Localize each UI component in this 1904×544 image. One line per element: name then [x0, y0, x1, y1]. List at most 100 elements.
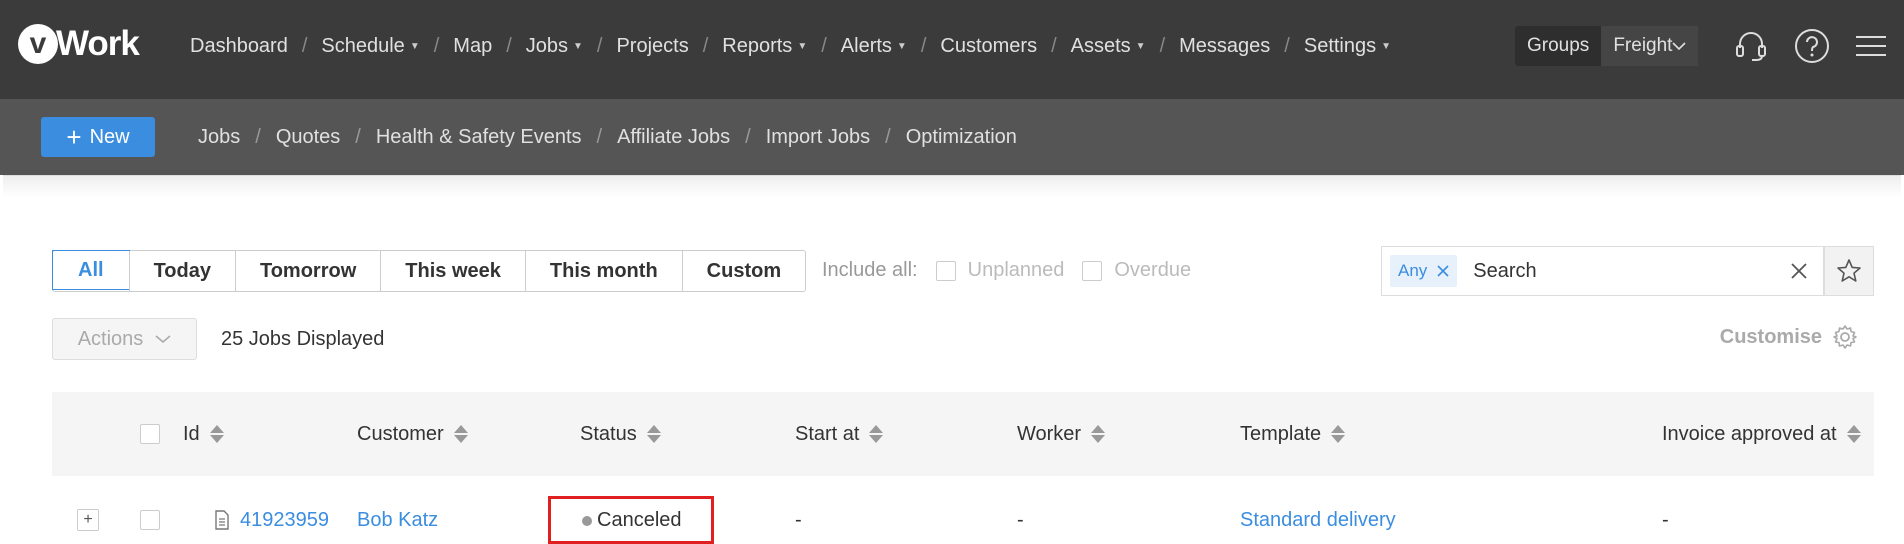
nav-messages-label: Messages	[1179, 35, 1271, 57]
overdue-checkbox[interactable]	[1082, 260, 1103, 281]
new-button[interactable]: + New	[41, 117, 155, 157]
plus-icon: +	[66, 122, 82, 152]
row-worker-cell: -	[1017, 508, 1024, 531]
nav-jobs[interactable]: Jobs ▼	[526, 35, 583, 58]
sub-navbar: + New Jobs / Quotes / Health & Safety Ev…	[0, 99, 1904, 175]
template-link[interactable]: Standard delivery	[1240, 509, 1396, 532]
nav-separator: /	[821, 35, 827, 57]
subnav-jobs[interactable]: Jobs	[198, 126, 240, 149]
column-worker-label: Worker	[1017, 422, 1082, 445]
subnav-health-safety[interactable]: Health & Safety Events	[376, 126, 582, 149]
nav-map[interactable]: Map	[453, 35, 492, 58]
subnav-affiliate-jobs[interactable]: Affiliate Jobs	[617, 126, 730, 149]
date-filter-group: All Today Tomorrow This week This month …	[52, 250, 807, 292]
new-button-label: New	[89, 125, 130, 148]
gear-icon	[1833, 325, 1857, 349]
nav-settings[interactable]: Settings ▼	[1304, 35, 1391, 58]
filter-all-button[interactable]: All	[52, 250, 130, 290]
filter-custom-button[interactable]: Custom	[681, 251, 805, 291]
top-icons	[1734, 28, 1886, 64]
column-status-label: Status	[580, 422, 637, 445]
include-all-label: Include all:	[822, 259, 918, 281]
sub-nav: Jobs / Quotes / Health & Safety Events /…	[198, 126, 1017, 149]
sort-icon	[869, 425, 884, 443]
actions-dropdown[interactable]: Actions	[52, 318, 197, 360]
logo-text: Work	[56, 24, 140, 63]
row-status-cell: Canceled	[548, 476, 714, 544]
nav-map-label: Map	[453, 35, 493, 57]
filter-tomorrow-button[interactable]: Tomorrow	[234, 251, 380, 291]
subnav-quotes[interactable]: Quotes	[276, 126, 340, 149]
nav-settings-label: Settings	[1303, 35, 1377, 57]
clear-search-icon[interactable]	[1789, 261, 1809, 281]
subnav-optimization[interactable]: Optimization	[906, 126, 1017, 149]
nav-separator: /	[920, 35, 927, 57]
column-template-label: Template	[1240, 422, 1322, 445]
nav-messages[interactable]: Messages	[1179, 35, 1270, 58]
include-all-group: Include all: Unplanned Overdue	[822, 259, 1191, 282]
column-header-id[interactable]: Id	[183, 392, 224, 476]
favorite-button[interactable]	[1824, 246, 1874, 296]
caret-down-icon: ▼	[573, 41, 583, 52]
column-header-customer[interactable]: Customer	[357, 392, 468, 476]
app-logo[interactable]: v Work	[18, 20, 140, 68]
nav-reports-label: Reports	[722, 35, 793, 57]
any-tag-label: Any	[1398, 261, 1428, 280]
nav-assets[interactable]: Assets ▼	[1071, 35, 1146, 58]
subnav-import-jobs[interactable]: Import Jobs	[766, 126, 870, 149]
nav-dashboard[interactable]: Dashboard	[190, 35, 288, 58]
nav-separator: /	[1159, 35, 1166, 57]
status-dot-icon	[582, 516, 592, 526]
groups-dropdown[interactable]: Freight	[1601, 26, 1699, 66]
nav-schedule[interactable]: Schedule ▼	[321, 35, 419, 58]
sort-icon	[1846, 425, 1861, 443]
caret-down-icon: ▼	[409, 41, 420, 52]
filter-this-week-button[interactable]: This week	[380, 251, 525, 291]
search-input[interactable]	[1473, 259, 1764, 283]
job-id-link[interactable]: 41923959	[240, 509, 329, 532]
subnav-separator: /	[355, 126, 361, 148]
sort-icon	[1091, 425, 1106, 443]
any-filter-tag[interactable]: Any	[1390, 255, 1458, 287]
row-checkbox[interactable]	[140, 510, 160, 530]
column-header-start-at[interactable]: Start at	[795, 392, 884, 476]
nav-alerts-label: Alerts	[840, 35, 892, 57]
jobs-count: 25 Jobs Displayed	[221, 328, 385, 350]
caret-down-icon: ▼	[1381, 41, 1392, 52]
filter-today-button[interactable]: Today	[128, 251, 235, 291]
nav-projects[interactable]: Projects	[616, 35, 688, 58]
search-box: Any	[1381, 246, 1824, 296]
column-header-worker[interactable]: Worker	[1017, 392, 1106, 476]
expand-row-button[interactable]: +	[77, 509, 99, 531]
hamburger-menu-icon[interactable]	[1856, 34, 1886, 58]
subnav-separator: /	[255, 126, 261, 148]
customer-link[interactable]: Bob Katz	[357, 509, 438, 532]
column-header-status[interactable]: Status	[580, 392, 661, 476]
close-icon[interactable]	[1437, 265, 1449, 277]
help-icon[interactable]	[1794, 28, 1830, 64]
sort-icon	[646, 425, 661, 443]
groups-label: Groups	[1527, 35, 1590, 56]
nav-alerts[interactable]: Alerts ▼	[841, 35, 907, 58]
unplanned-checkbox[interactable]	[935, 260, 956, 281]
document-icon	[215, 510, 229, 530]
filter-this-month-button[interactable]: This month	[524, 251, 682, 291]
unplanned-label: Unplanned	[967, 259, 1065, 281]
column-start-at-label: Start at	[795, 422, 860, 445]
column-header-template[interactable]: Template	[1240, 392, 1346, 476]
column-header-invoice-approved-at[interactable]: Invoice approved at	[1662, 392, 1861, 476]
row-invoice-approved-at-cell: -	[1662, 508, 1669, 531]
select-all-checkbox[interactable]	[140, 424, 160, 444]
row-customer-cell: Bob Katz	[357, 476, 438, 544]
headset-icon[interactable]	[1734, 29, 1768, 63]
nav-reports[interactable]: Reports ▼	[722, 35, 807, 58]
caret-down-icon: ▼	[1135, 41, 1146, 52]
caret-down-icon: ▼	[896, 41, 907, 52]
row-start-at-cell: -	[795, 508, 802, 531]
nav-customers[interactable]: Customers	[940, 35, 1037, 58]
customise-button[interactable]: Customise	[1720, 324, 1858, 350]
nav-projects-label: Projects	[616, 35, 689, 57]
sort-icon	[1331, 425, 1346, 443]
nav-separator: /	[1051, 35, 1057, 57]
content-shadow	[3, 176, 1901, 198]
